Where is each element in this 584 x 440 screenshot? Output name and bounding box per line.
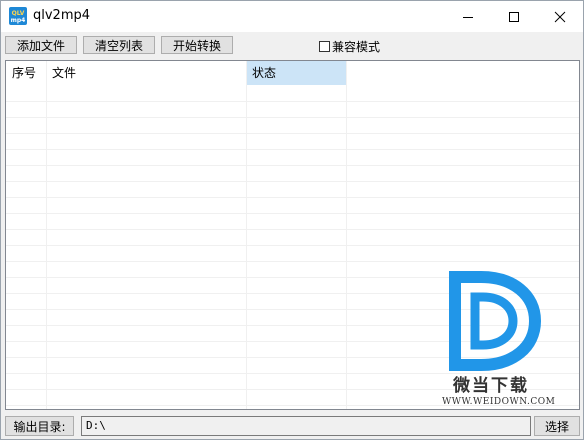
compat-mode-label: 兼容模式 (332, 40, 381, 54)
close-icon (554, 11, 566, 22)
grid-row-line (6, 261, 579, 262)
grid-row-line (6, 181, 579, 182)
grid-row-line (6, 245, 579, 246)
grid-row-line (6, 213, 579, 214)
grid-row-line (6, 133, 579, 134)
output-bar: 输出目录: D:\ 选择 (5, 416, 580, 436)
checkbox-box[interactable] (319, 41, 330, 52)
compat-mode-checkbox[interactable]: 兼容模式 (319, 38, 380, 55)
close-button[interactable] (537, 1, 583, 32)
grid-row-line (6, 117, 579, 118)
column-header-file[interactable]: 文件 (46, 61, 246, 85)
app-window: QLV mp4 qlv2mp4 添加文件 清空列表 开始转换 兼容模式 序号 文… (0, 0, 584, 440)
svg-text:QLV: QLV (12, 10, 25, 17)
minimize-icon (463, 16, 473, 18)
minimize-button[interactable] (445, 1, 491, 32)
output-dir-field[interactable]: D:\ (81, 416, 531, 436)
watermark-url: WWW.WEIDOWN.COM (442, 397, 556, 407)
watermark-brand: 微当下载 (453, 376, 529, 396)
column-header-index[interactable]: 序号 (6, 61, 46, 85)
start-convert-button[interactable]: 开始转换 (161, 36, 233, 54)
add-files-button[interactable]: 添加文件 (5, 36, 77, 54)
grid-row-line (6, 165, 579, 166)
grid-row-line (6, 229, 579, 230)
window-title: qlv2mp4 (33, 8, 91, 23)
svg-text:mp4: mp4 (11, 17, 26, 24)
app-icon: QLV mp4 (9, 7, 27, 25)
output-dir-label: 输出目录: (5, 416, 74, 436)
title-bar[interactable]: QLV mp4 qlv2mp4 (1, 1, 583, 32)
column-header-status[interactable]: 状态 (246, 61, 346, 85)
grid-row-line (6, 149, 579, 150)
maximize-button[interactable] (491, 1, 537, 32)
clear-list-button[interactable]: 清空列表 (83, 36, 155, 54)
grid-row-line (6, 101, 579, 102)
table-header: 序号 文件 状态 (6, 61, 579, 85)
grid-row-line (6, 197, 579, 198)
select-dir-button[interactable]: 选择 (534, 416, 580, 436)
maximize-icon (509, 11, 519, 22)
